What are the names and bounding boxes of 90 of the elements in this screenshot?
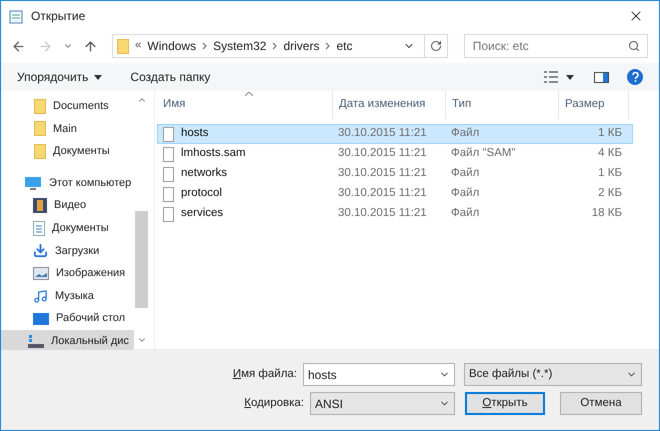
drive-icon	[28, 334, 44, 348]
modified-date: 30.10.2015 11:21	[337, 186, 428, 202]
caret-icon	[94, 74, 102, 80]
encoding-label: Кодировка:	[243, 396, 305, 411]
file-name: services	[181, 206, 224, 222]
file-size: 18 КБ	[590, 206, 623, 222]
file-type: Файл	[450, 126, 480, 142]
file-row[interactable]: lmhosts.sam 30.10.2015 11:21 Файл "SAM" 4 КБ	[157, 144, 633, 164]
sort-ascending-icon	[245, 92, 253, 96]
file-size: 1 КБ	[597, 166, 623, 182]
sidebar-item[interactable]: Локальный дис	[1, 330, 134, 353]
column-header[interactable]: Имя	[157, 91, 333, 119]
breadcrumb-item[interactable]: Windows	[147, 37, 196, 55]
file-size: 2 КБ	[597, 186, 623, 202]
notepad-icon	[9, 8, 23, 24]
file-name: networks	[181, 166, 228, 182]
film-icon	[33, 198, 47, 214]
preview-pane-button[interactable]	[594, 72, 609, 82]
open-button[interactable]: Открыть	[465, 392, 545, 415]
folder-icon	[34, 121, 46, 136]
file-row[interactable]: networks 30.10.2015 11:21 Файл 1 КБ	[157, 164, 633, 184]
filename-label: Имя файла:	[232, 366, 298, 382]
separator-chevron-icon	[272, 42, 278, 50]
window-title: Открытие	[31, 8, 86, 25]
file-name: hosts	[181, 126, 208, 142]
file-icon	[163, 166, 174, 182]
column-header[interactable]: Дата изменения	[333, 91, 446, 119]
modified-date: 30.10.2015 11:21	[337, 206, 428, 222]
filename-field[interactable]: hosts	[303, 363, 455, 386]
file-icon	[163, 186, 174, 202]
cancel-button[interactable]: Отмена	[560, 392, 642, 415]
music-note-icon	[33, 288, 48, 304]
file-icon	[163, 126, 174, 142]
modified-date: 30.10.2015 11:21	[337, 166, 428, 182]
pane-icon	[594, 72, 609, 82]
view-options-button[interactable]	[544, 71, 574, 83]
breadcrumb-item[interactable]: etc	[336, 37, 352, 55]
sidebar-item[interactable]: Рабочий стол	[1, 307, 134, 330]
sidebar-item[interactable]: Main	[1, 118, 134, 140]
download-icon	[33, 243, 48, 258]
breadcrumb-item[interactable]: System32	[213, 37, 266, 55]
file-row[interactable]: protocol 30.10.2015 11:21 Файл 2 КБ	[157, 184, 633, 204]
desktop-icon	[33, 312, 49, 325]
address-bar[interactable]: « Windows System32 drivers etc	[112, 34, 448, 58]
folder-icon	[34, 98, 46, 114]
refresh-icon	[430, 40, 442, 52]
right-arrow-icon	[38, 38, 53, 54]
sidebar-item[interactable]: Музыка	[1, 284, 134, 308]
file-row[interactable]: hosts 30.10.2015 11:21 Файл 1 КБ	[157, 124, 633, 144]
modified-date: 30.10.2015 11:21	[337, 126, 428, 142]
encoding-dropdown[interactable]: ANSI	[310, 392, 455, 415]
file-icon	[163, 146, 174, 162]
breadcrumb-item[interactable]: drivers	[283, 37, 320, 55]
file-name: lmhosts.sam	[181, 146, 246, 162]
file-name: protocol	[181, 186, 222, 202]
caret-icon	[566, 74, 574, 80]
document-icon	[33, 220, 45, 236]
organize-button[interactable]: Упорядочить	[17, 68, 102, 86]
modified-date: 30.10.2015 11:21	[337, 146, 428, 162]
sidebar-item[interactable]: Видео	[1, 194, 134, 217]
sidebar-item[interactable]: Этот компьютер	[1, 172, 134, 194]
file-size: 4 КБ	[597, 146, 623, 162]
new-folder-button[interactable]: Создать папку	[130, 68, 210, 86]
sidebar-item[interactable]: Изображения	[1, 262, 134, 285]
details-view-icon	[544, 71, 558, 83]
sidebar-item[interactable]: Документы	[1, 216, 134, 240]
column-header[interactable]: Размер	[559, 91, 629, 119]
file-type: Файл	[450, 186, 480, 202]
monitor-icon	[24, 176, 42, 191]
file-type: Файл	[450, 166, 480, 182]
file-row[interactable]: services 30.10.2015 11:21 Файл 18 КБ	[157, 204, 633, 224]
separator-chevron-icon	[202, 42, 208, 50]
file-type: Файл	[450, 206, 480, 222]
sidebar-item[interactable]: Загрузки	[1, 240, 134, 262]
overflow-chevron[interactable]: «	[135, 37, 142, 55]
file-type-dropdown[interactable]: Все файлы (*.*)	[464, 363, 642, 386]
search-field[interactable]: Поиск: etc	[464, 34, 648, 58]
sidebar-item[interactable]: Documents	[1, 95, 134, 118]
folder-icon	[34, 144, 46, 159]
question-mark-icon	[632, 72, 638, 82]
file-icon	[163, 206, 174, 222]
folder-icon	[117, 38, 129, 54]
help-button[interactable]	[627, 69, 643, 85]
picture-icon	[33, 266, 49, 280]
file-size: 1 КБ	[597, 126, 623, 142]
file-type: Файл "SAM"	[450, 146, 517, 162]
sidebar-item[interactable]: Документы	[1, 140, 134, 163]
search-icon	[628, 40, 640, 52]
column-header[interactable]: Тип	[446, 91, 559, 119]
separator-chevron-icon	[325, 42, 330, 50]
